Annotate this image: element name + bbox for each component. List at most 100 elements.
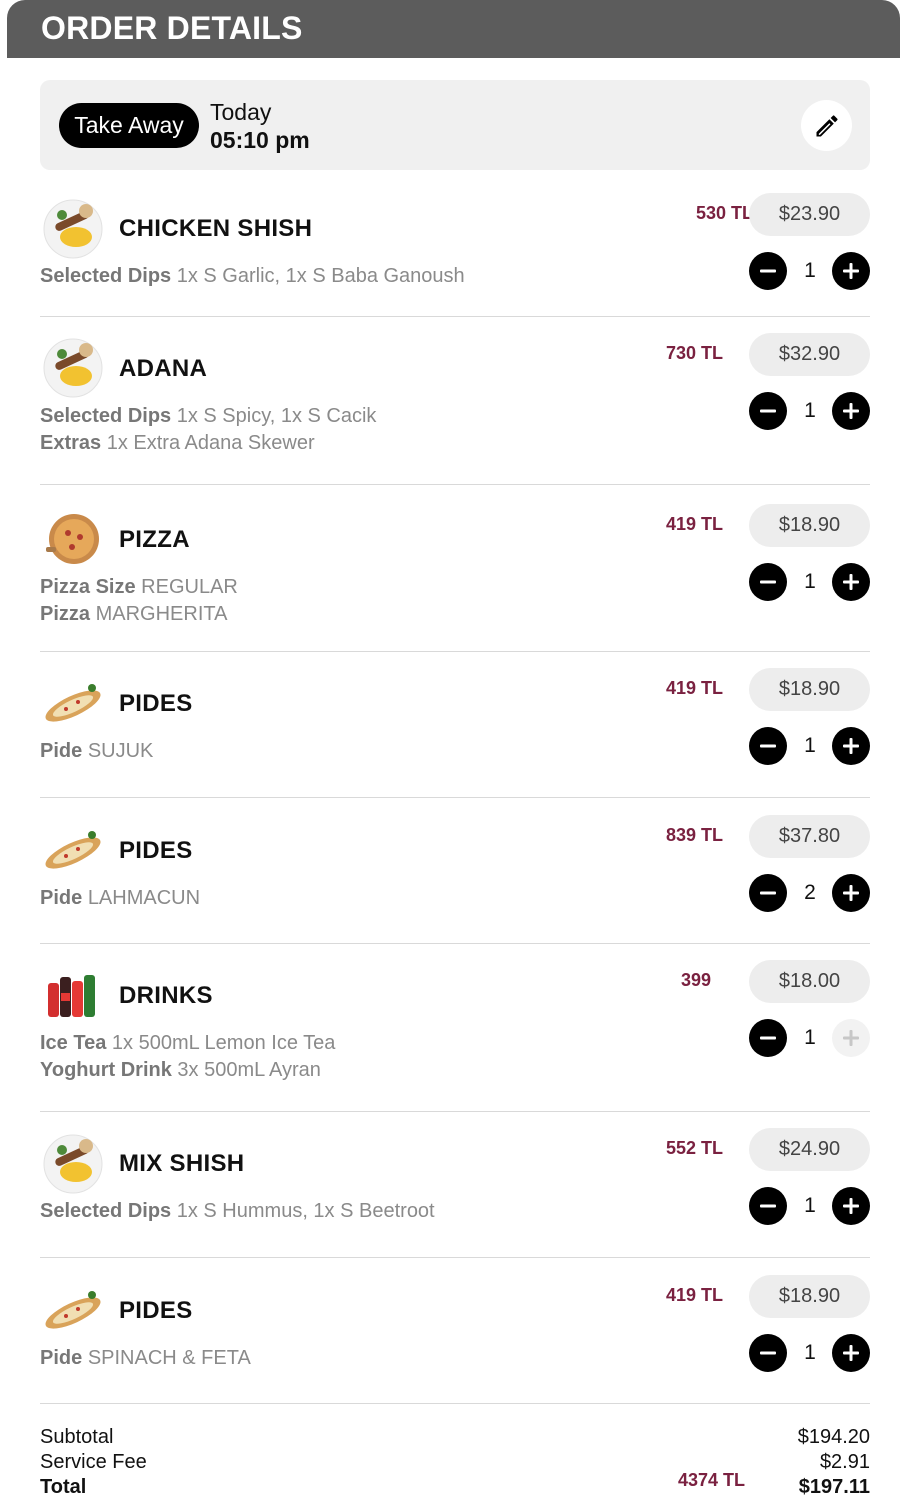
pide-image — [40, 672, 106, 734]
modifier-value: SPINACH & FETA — [87, 1347, 251, 1369]
increase-quantity-button[interactable] — [832, 563, 870, 601]
increase-quantity-button[interactable] — [832, 1334, 870, 1372]
order-item: MIX SHISH Selected Dips 1x S Hummus, 1x S… — [40, 1128, 870, 1257]
item-divider — [40, 1257, 870, 1258]
quantity-value: 1 — [804, 734, 816, 757]
decrease-quantity-button[interactable] — [749, 392, 787, 430]
item-divider — [40, 484, 870, 485]
item-modifier: Pide SPINACH & FETA — [40, 1347, 251, 1370]
minus-icon — [760, 1204, 776, 1208]
modifier-label: Selected Dips — [40, 405, 172, 427]
increase-quantity-button[interactable] — [832, 727, 870, 765]
plus-icon — [843, 1030, 859, 1046]
order-item: CHICKEN SHISH Selected Dips 1x S Garlic, … — [40, 193, 870, 316]
order-details-header: ORDER DETAILS — [7, 0, 900, 58]
modifier-label: Pide — [40, 887, 83, 909]
item-modifier: Yoghurt Drink 3x 500mL Ayran — [40, 1059, 321, 1082]
increase-quantity-button[interactable] — [832, 252, 870, 290]
item-name: PIDES — [119, 1297, 193, 1324]
modifier-value: 1x S Garlic, 1x S Baba Ganoush — [176, 265, 465, 287]
modifier-label: Pizza Size — [40, 576, 136, 598]
item-tl-price: 730 TL — [666, 343, 724, 363]
increase-quantity-button[interactable] — [832, 874, 870, 912]
order-info-card: Take Away Today 05:10 pm — [40, 80, 870, 170]
pizza-image — [40, 507, 106, 569]
order-mode-badge[interactable]: Take Away — [59, 103, 199, 148]
order-item: ADANA Selected Dips 1x S Spicy, 1x S Caci… — [40, 333, 870, 484]
modifier-value: 1x Extra Adana Skewer — [106, 432, 315, 454]
minus-icon — [760, 891, 776, 895]
item-divider — [40, 1403, 870, 1404]
decrease-quantity-button[interactable] — [749, 563, 787, 601]
order-item: PIDES Pide LAHMACUN 839 TL $37.80 2 — [40, 815, 870, 943]
item-tl-price: 530 TL — [696, 203, 754, 223]
modifier-label: Ice Tea — [40, 1032, 107, 1054]
minus-icon — [760, 580, 776, 584]
decrease-quantity-button[interactable] — [749, 252, 787, 290]
plus-icon — [843, 1345, 859, 1361]
plus-icon — [843, 403, 859, 419]
item-modifier: Pizza MARGHERITA — [40, 603, 227, 626]
modifier-label: Selected Dips — [40, 1200, 172, 1222]
item-modifier: Pide SUJUK — [40, 740, 153, 763]
pickup-day: Today — [210, 99, 272, 125]
decrease-quantity-button[interactable] — [749, 727, 787, 765]
decrease-quantity-button[interactable] — [749, 1334, 787, 1372]
order-item: PIDES Pide SPINACH & FETA 419 TL $18.90 1 — [40, 1275, 870, 1403]
plus-icon — [843, 738, 859, 754]
quantity-value: 1 — [804, 259, 816, 282]
modifier-value: MARGHERITA — [95, 603, 228, 625]
item-price: $18.90 — [749, 504, 870, 547]
pide-image — [40, 1279, 106, 1341]
pickup-time: 05:10 pm — [210, 127, 310, 153]
edit-order-button[interactable] — [801, 100, 852, 151]
quantity-value: 1 — [804, 399, 816, 422]
modifier-value: 3x 500mL Ayran — [177, 1059, 321, 1081]
item-price: $37.80 — [749, 815, 870, 858]
modifier-value: 1x 500mL Lemon Ice Tea — [111, 1032, 336, 1054]
order-item: DRINKS Ice Tea 1x 500mL Lemon Ice Tea Yogh… — [40, 960, 870, 1111]
total-tl-price: 4374 TL — [678, 1470, 746, 1490]
decrease-quantity-button[interactable] — [749, 1019, 787, 1057]
minus-icon — [760, 1351, 776, 1355]
modifier-value: 1x S Hummus, 1x S Beetroot — [176, 1200, 435, 1222]
plus-icon — [843, 263, 859, 279]
modifier-value: 1x S Spicy, 1x S Cacik — [176, 405, 377, 427]
item-price: $23.90 — [749, 193, 870, 236]
increase-quantity-button[interactable] — [832, 1187, 870, 1225]
plus-icon — [843, 574, 859, 590]
item-name: PIZZA — [119, 526, 190, 553]
item-modifier: Selected Dips 1x S Spicy, 1x S Cacik — [40, 405, 376, 428]
item-tl-price: 839 TL — [666, 825, 724, 845]
item-tl-price: 552 TL — [666, 1138, 724, 1158]
modifier-label: Extras — [40, 432, 102, 454]
mix-shish-plate-image — [40, 1132, 106, 1194]
decrease-quantity-button[interactable] — [749, 874, 787, 912]
item-name: DRINKS — [119, 982, 213, 1009]
plus-icon — [843, 885, 859, 901]
quantity-value: 1 — [804, 1341, 816, 1364]
item-price: $18.90 — [749, 1275, 870, 1318]
item-divider — [40, 651, 870, 652]
modifier-value: REGULAR — [141, 576, 238, 598]
item-modifier: Pide LAHMACUN — [40, 887, 200, 910]
minus-icon — [760, 269, 776, 273]
item-modifier: Ice Tea 1x 500mL Lemon Ice Tea — [40, 1032, 335, 1055]
increase-quantity-button[interactable] — [832, 1019, 870, 1057]
order-item: PIZZA Pizza Size REGULAR Pizza MARGHERITA 4… — [40, 504, 870, 651]
item-name: CHICKEN SHISH — [119, 215, 313, 242]
item-price: $24.90 — [749, 1128, 870, 1171]
pencil-icon — [816, 114, 838, 136]
minus-icon — [760, 409, 776, 413]
pide-image — [40, 819, 106, 881]
page-title: ORDER DETAILS — [41, 10, 303, 46]
increase-quantity-button[interactable] — [832, 392, 870, 430]
quantity-value: 2 — [804, 881, 816, 904]
item-modifier: Extras 1x Extra Adana Skewer — [40, 432, 315, 455]
modifier-value: LAHMACUN — [87, 887, 201, 909]
decrease-quantity-button[interactable] — [749, 1187, 787, 1225]
item-price: $18.00 — [749, 960, 870, 1003]
subtotal-label: Subtotal — [40, 1426, 114, 1448]
quantity-value: 1 — [804, 1194, 816, 1217]
adana-plate-image — [40, 336, 106, 398]
